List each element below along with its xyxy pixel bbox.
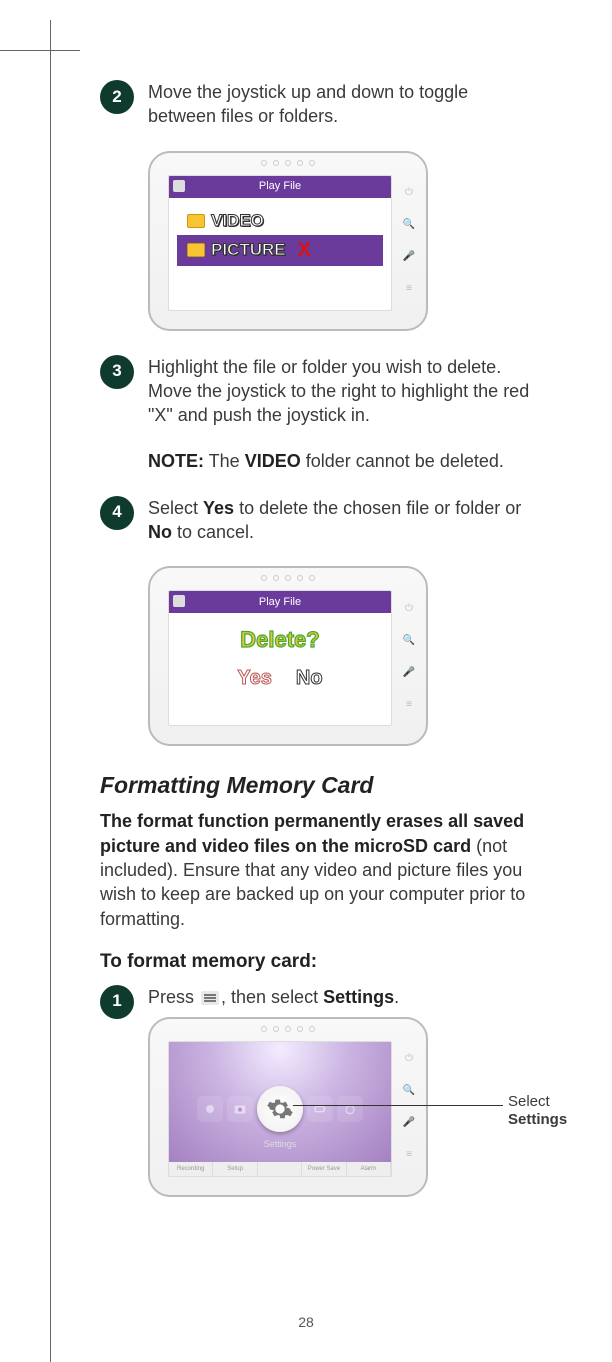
tab-setup: Setup [213, 1162, 257, 1176]
step-4-part-2: to delete the chosen file or folder or [234, 498, 521, 518]
menu-bottom-tabs: Recording Setup Power Save Alarm [169, 1162, 391, 1176]
folder-row-video: VIDEO [177, 208, 383, 235]
step-4: 4 Select Yes to delete the chosen file o… [100, 496, 532, 545]
folder-label-picture: PICTURE [211, 239, 286, 262]
tab-alarm: Alarm [347, 1162, 391, 1176]
format-step-1-text: Press , then select Settings. [148, 985, 532, 1009]
screen-title-bar: Play File [169, 176, 391, 198]
screen-title: Play File [259, 179, 301, 194]
callout-line2: Settings [508, 1111, 567, 1128]
folder-icon [187, 214, 205, 228]
step-badge-4: 4 [100, 496, 134, 530]
section-lead-bold: The format function permanently erases a… [100, 811, 524, 855]
home-menu: Settings Recording Setup Power Save Alar… [169, 1042, 391, 1176]
delete-no: No [296, 665, 323, 692]
search-icon: 🔍 [403, 634, 415, 648]
folder-row-picture-selected: PICTURE X [177, 235, 383, 266]
step-4-no: No [148, 522, 172, 542]
step-3-text: Highlight the file or folder you wish to… [148, 355, 532, 428]
folder-label-video: VIDEO [211, 210, 264, 233]
mic-icon: 🎤 [403, 1116, 415, 1130]
step-2-text: Move the joystick up and down to toggle … [148, 80, 532, 129]
search-icon: 🔍 [403, 218, 415, 232]
mic-icon: 🎤 [403, 666, 415, 680]
menu-icon: ≡ [406, 282, 412, 296]
tab-power-save: Power Save [302, 1162, 346, 1176]
section-heading: Formatting Memory Card [100, 770, 532, 801]
step-badge-3: 3 [100, 355, 134, 389]
menu-item-camera-icon [227, 1096, 253, 1122]
note-bold: VIDEO [245, 451, 301, 471]
delete-x-icon: X [298, 237, 311, 264]
power-icon: ⏻ [405, 186, 413, 200]
format-step-1-suffix: . [394, 987, 399, 1007]
format-step-1-settings: Settings [323, 987, 394, 1007]
note-text-1: The [204, 451, 245, 471]
device-illustration-delete-confirm: ⏻ 🔍 🎤 ≡ Play File Delete? Yes No [148, 566, 428, 746]
home-menu-label: Settings [169, 1138, 391, 1150]
step-4-part-1: Select [148, 498, 203, 518]
format-step-1-part-1: Press [148, 987, 199, 1007]
delete-question: Delete? [240, 625, 319, 655]
step-3: 3 Highlight the file or folder you wish … [100, 355, 532, 428]
tab-empty [258, 1162, 302, 1176]
device-illustration-play-file: ⏻ 🔍 🎤 ≡ Play File VIDEO PICTURE X [148, 151, 428, 331]
callout-select-settings: Select Settings [508, 1093, 567, 1129]
menu-item-record-icon [197, 1096, 223, 1122]
step-4-yes: Yes [203, 498, 234, 518]
delete-dialog: Delete? Yes No [169, 591, 391, 725]
folder-icon [187, 243, 205, 257]
settings-gear-icon [257, 1086, 303, 1132]
power-icon: ⏻ [405, 1052, 413, 1066]
search-icon: 🔍 [403, 1084, 415, 1098]
step-4-text: Select Yes to delete the chosen file or … [148, 496, 532, 545]
note-prefix: NOTE: [148, 451, 204, 471]
note-text-2: folder cannot be deleted. [301, 451, 504, 471]
step-badge-2: 2 [100, 80, 134, 114]
menu-item-battery-icon [307, 1096, 333, 1122]
section-lead: The format function permanently erases a… [100, 809, 532, 930]
menu-icon: ≡ [406, 1148, 412, 1162]
step-2: 2 Move the joystick up and down to toggl… [100, 80, 532, 129]
note-video-folder: NOTE: The VIDEO folder cannot be deleted… [100, 449, 532, 473]
settings-figure-wrapper: ⏻ 🔍 🎤 ≡ Settings Recording Setup Power S [148, 1017, 532, 1197]
delete-yes: Yes [237, 665, 271, 692]
power-icon: ⏻ [405, 602, 413, 616]
format-step-1: 1 Press , then select Settings. [100, 985, 532, 1009]
step-badge-1: 1 [100, 985, 134, 1019]
step-4-part-3: to cancel. [172, 522, 254, 542]
device-illustration-settings: ⏻ 🔍 🎤 ≡ Settings Recording Setup Power S [148, 1017, 428, 1197]
mic-icon: 🎤 [403, 250, 415, 264]
page-number: 28 [0, 1313, 612, 1332]
back-icon [173, 180, 185, 192]
menu-item-alarm-icon [337, 1096, 363, 1122]
callout-line1: Select [508, 1093, 550, 1110]
callout-line [293, 1105, 503, 1106]
menu-button-icon [201, 991, 219, 1005]
tab-recording: Recording [169, 1162, 213, 1176]
menu-icon: ≡ [406, 698, 412, 712]
subhead-to-format: To format memory card: [100, 949, 532, 975]
format-step-1-part-2: , then select [221, 987, 323, 1007]
